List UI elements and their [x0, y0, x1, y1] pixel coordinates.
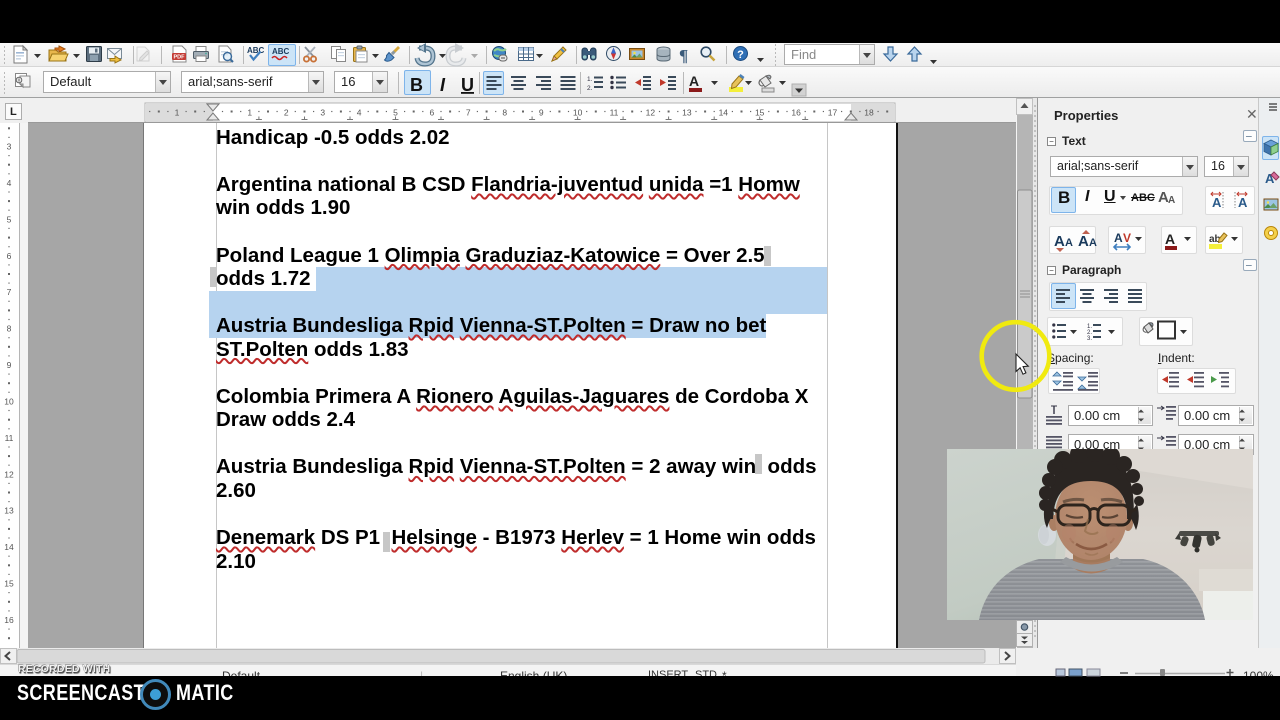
svg-text:12: 12	[4, 469, 14, 479]
svg-text:8: 8	[7, 324, 12, 334]
svg-text:ABC: ABC	[272, 47, 290, 56]
svg-text:6: 6	[430, 108, 435, 118]
svg-text:7: 7	[466, 108, 471, 118]
svg-text:17: 17	[828, 108, 838, 118]
svg-text:11: 11	[610, 108, 619, 118]
svg-text:13: 13	[4, 506, 14, 516]
svg-text:15: 15	[755, 108, 765, 118]
svg-text:10: 10	[4, 396, 14, 406]
svg-text:15: 15	[4, 579, 14, 589]
svg-text:2.: 2.	[587, 85, 593, 92]
svg-text:?: ?	[737, 49, 744, 61]
svg-text:A: A	[1078, 233, 1089, 250]
svg-text:13: 13	[682, 108, 692, 118]
svg-text:1: 1	[247, 108, 252, 118]
svg-text:5: 5	[7, 214, 12, 224]
svg-text:8: 8	[502, 108, 507, 118]
svg-text:A: A	[1089, 237, 1097, 249]
svg-text:3: 3	[7, 142, 12, 152]
svg-text:14: 14	[719, 108, 729, 118]
svg-text:5: 5	[393, 108, 398, 118]
svg-text:9: 9	[539, 108, 544, 118]
svg-text:9: 9	[7, 360, 12, 370]
svg-text:A: A	[1054, 233, 1065, 250]
svg-text:ABC: ABC	[247, 46, 265, 55]
svg-text:4: 4	[357, 108, 362, 118]
svg-text:4: 4	[7, 178, 12, 188]
svg-text:6: 6	[7, 251, 12, 261]
svg-text:16: 16	[791, 108, 801, 118]
svg-text:A: A	[1238, 195, 1248, 210]
svg-text:3: 3	[320, 108, 325, 118]
svg-text:18: 18	[864, 108, 874, 118]
svg-text:I: I	[440, 75, 446, 95]
svg-text:16: 16	[4, 615, 14, 625]
svg-text:3.: 3.	[1087, 336, 1092, 342]
svg-text:10: 10	[573, 108, 583, 118]
svg-text:7: 7	[7, 287, 12, 297]
svg-text:PDF: PDF	[174, 55, 186, 61]
svg-text:11: 11	[5, 433, 14, 443]
svg-text:1: 1	[175, 108, 180, 118]
svg-text:¶: ¶	[679, 46, 688, 65]
svg-text:A: A	[1114, 231, 1123, 245]
svg-text:1.: 1.	[587, 76, 593, 83]
svg-text:2: 2	[284, 108, 289, 118]
svg-text:A: A	[1165, 231, 1175, 247]
svg-text:U: U	[461, 75, 474, 95]
svg-text:14: 14	[4, 542, 14, 552]
svg-text:V: V	[1123, 231, 1131, 245]
svg-text:A: A	[1212, 195, 1222, 210]
svg-text:B: B	[410, 75, 423, 95]
svg-text:A: A	[1065, 237, 1073, 249]
svg-text:12: 12	[646, 108, 656, 118]
svg-text:A: A	[689, 73, 699, 89]
